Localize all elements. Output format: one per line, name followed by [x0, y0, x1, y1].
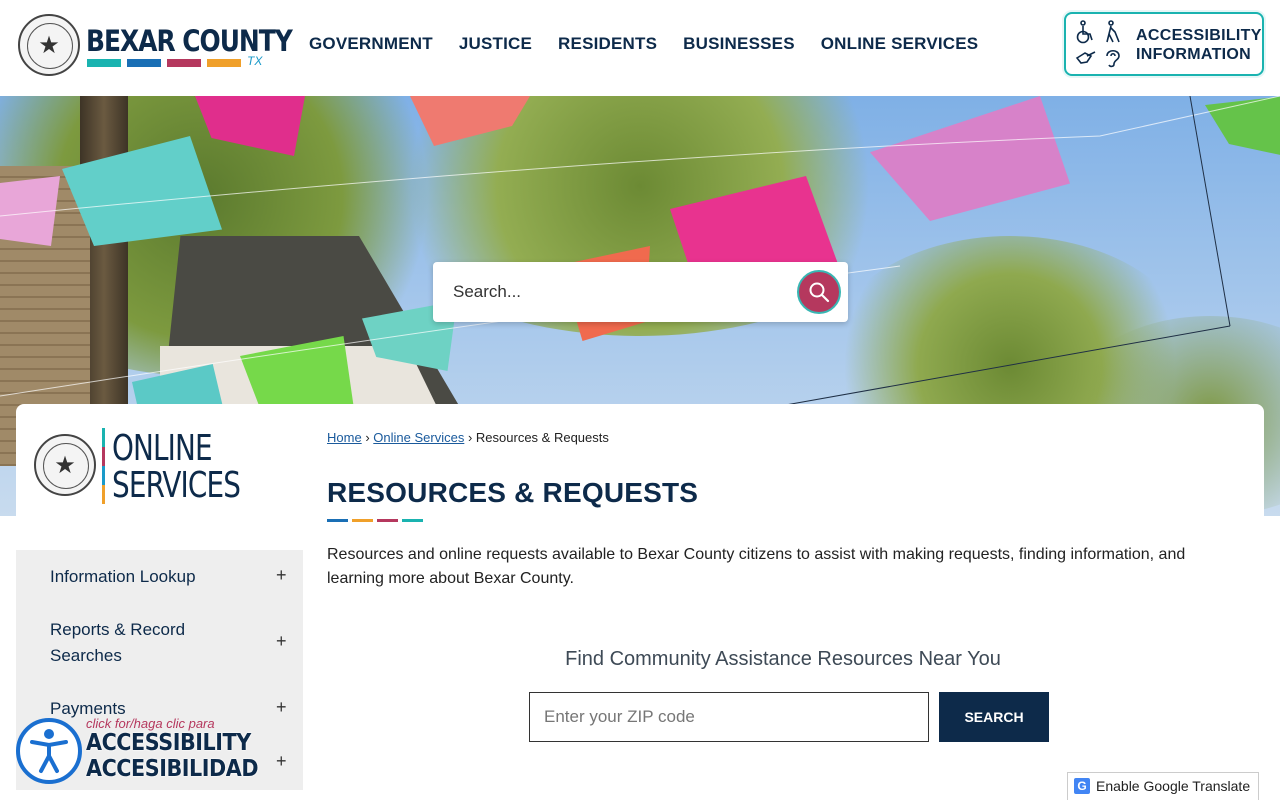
section-title-line2: SERVICES — [112, 465, 241, 506]
accessibility-widget-line1: ACCESSIBILITY — [86, 730, 251, 756]
breadcrumb-home[interactable]: Home — [327, 430, 362, 445]
expand-plus-icon[interactable]: + — [276, 697, 287, 718]
online-services-graphic[interactable]: ★ ONLINE SERVICES — [34, 428, 264, 508]
page-title: RESOURCES & REQUESTS — [327, 477, 699, 508]
site-search-button[interactable] — [797, 270, 841, 314]
breadcrumb-online-services[interactable]: Online Services — [373, 430, 464, 445]
site-search-input[interactable]: Search... — [433, 262, 848, 322]
expand-plus-icon[interactable]: + — [276, 631, 287, 652]
blind-person-icon — [1106, 20, 1120, 43]
accessibility-label-line2: INFORMATION — [1136, 46, 1251, 63]
accessibility-information-button[interactable]: ACCESSIBILITY INFORMATION — [1064, 12, 1264, 76]
zip-code-input[interactable] — [529, 692, 929, 742]
nav-government[interactable]: GOVERNMENT — [309, 34, 433, 54]
expand-plus-icon[interactable]: + — [276, 565, 287, 586]
bexar-county-logo[interactable]: ★ BEXAR COUNTY TX — [18, 14, 293, 80]
accessibility-icons — [1075, 20, 1127, 68]
wheelchair-icon — [1076, 20, 1093, 44]
breadcrumb: Home › Online Services › Resources & Req… — [327, 430, 609, 445]
sign-language-icon — [1075, 51, 1096, 64]
accessibility-person-icon — [16, 718, 82, 784]
breadcrumb-separator: › — [467, 430, 473, 445]
accessibility-widget-hint: click for/haga clic para — [86, 716, 215, 731]
breadcrumb-current: Resources & Requests — [475, 430, 609, 445]
logo-bar — [167, 59, 201, 67]
expand-plus-icon[interactable]: + — [276, 751, 287, 772]
nav-justice[interactable]: JUSTICE — [459, 34, 532, 54]
search-icon — [809, 282, 830, 303]
title-bar — [402, 519, 423, 522]
page-description: Resources and online requests available … — [327, 546, 1186, 587]
county-seal-icon: ★ — [34, 434, 96, 496]
google-translate-button[interactable]: G Enable Google Translate — [1067, 772, 1259, 800]
accessibility-label-line1: ACCESSIBILITY — [1136, 27, 1262, 44]
title-color-bars — [327, 519, 423, 522]
logo-suffix: TX — [247, 54, 263, 68]
logo-bar — [87, 59, 121, 67]
nav-online-services[interactable]: ONLINE SERVICES — [821, 34, 979, 54]
section-title: ONLINE SERVICES — [112, 428, 241, 506]
breadcrumb-separator: › — [365, 430, 370, 445]
google-translate-icon: G — [1074, 778, 1090, 794]
logo-color-bars — [87, 59, 241, 67]
search-placeholder: Search... — [453, 282, 522, 301]
title-bar — [352, 519, 373, 522]
sidebar-item-information-lookup[interactable]: Information Lookup — [50, 564, 290, 590]
accessibility-widget-line2: ACCESIBILIDAD — [86, 756, 259, 782]
main-nav: GOVERNMENT JUSTICE RESIDENTS BUSINESSES … — [296, 0, 991, 88]
section-title-line1: ONLINE — [112, 428, 213, 469]
zip-search-button[interactable]: SEARCH — [939, 692, 1049, 742]
logo-bar — [127, 59, 161, 67]
logo-bar — [207, 59, 241, 67]
finder-heading: Find Community Assistance Resources Near… — [565, 648, 1001, 670]
google-translate-label: Enable Google Translate — [1096, 778, 1251, 794]
title-bar — [327, 519, 348, 522]
accessibility-widget[interactable]: click for/haga clic para ACCESSIBILITY A… — [14, 716, 259, 788]
site-header: ★ BEXAR COUNTY TX GOVERNMENT JUSTICE RES… — [0, 0, 1280, 96]
color-divider — [102, 428, 105, 504]
title-bar — [377, 519, 398, 522]
accessibility-label: ACCESSIBILITY INFORMATION — [1136, 26, 1262, 64]
sidebar-item-reports-record-searches[interactable]: Reports & Record Searches — [50, 617, 240, 669]
hearing-icon — [1106, 49, 1120, 68]
nav-residents[interactable]: RESIDENTS — [558, 34, 657, 54]
nav-businesses[interactable]: BUSINESSES — [683, 34, 795, 54]
logo-text: BEXAR COUNTY — [86, 24, 293, 58]
county-seal-icon: ★ — [18, 14, 80, 76]
